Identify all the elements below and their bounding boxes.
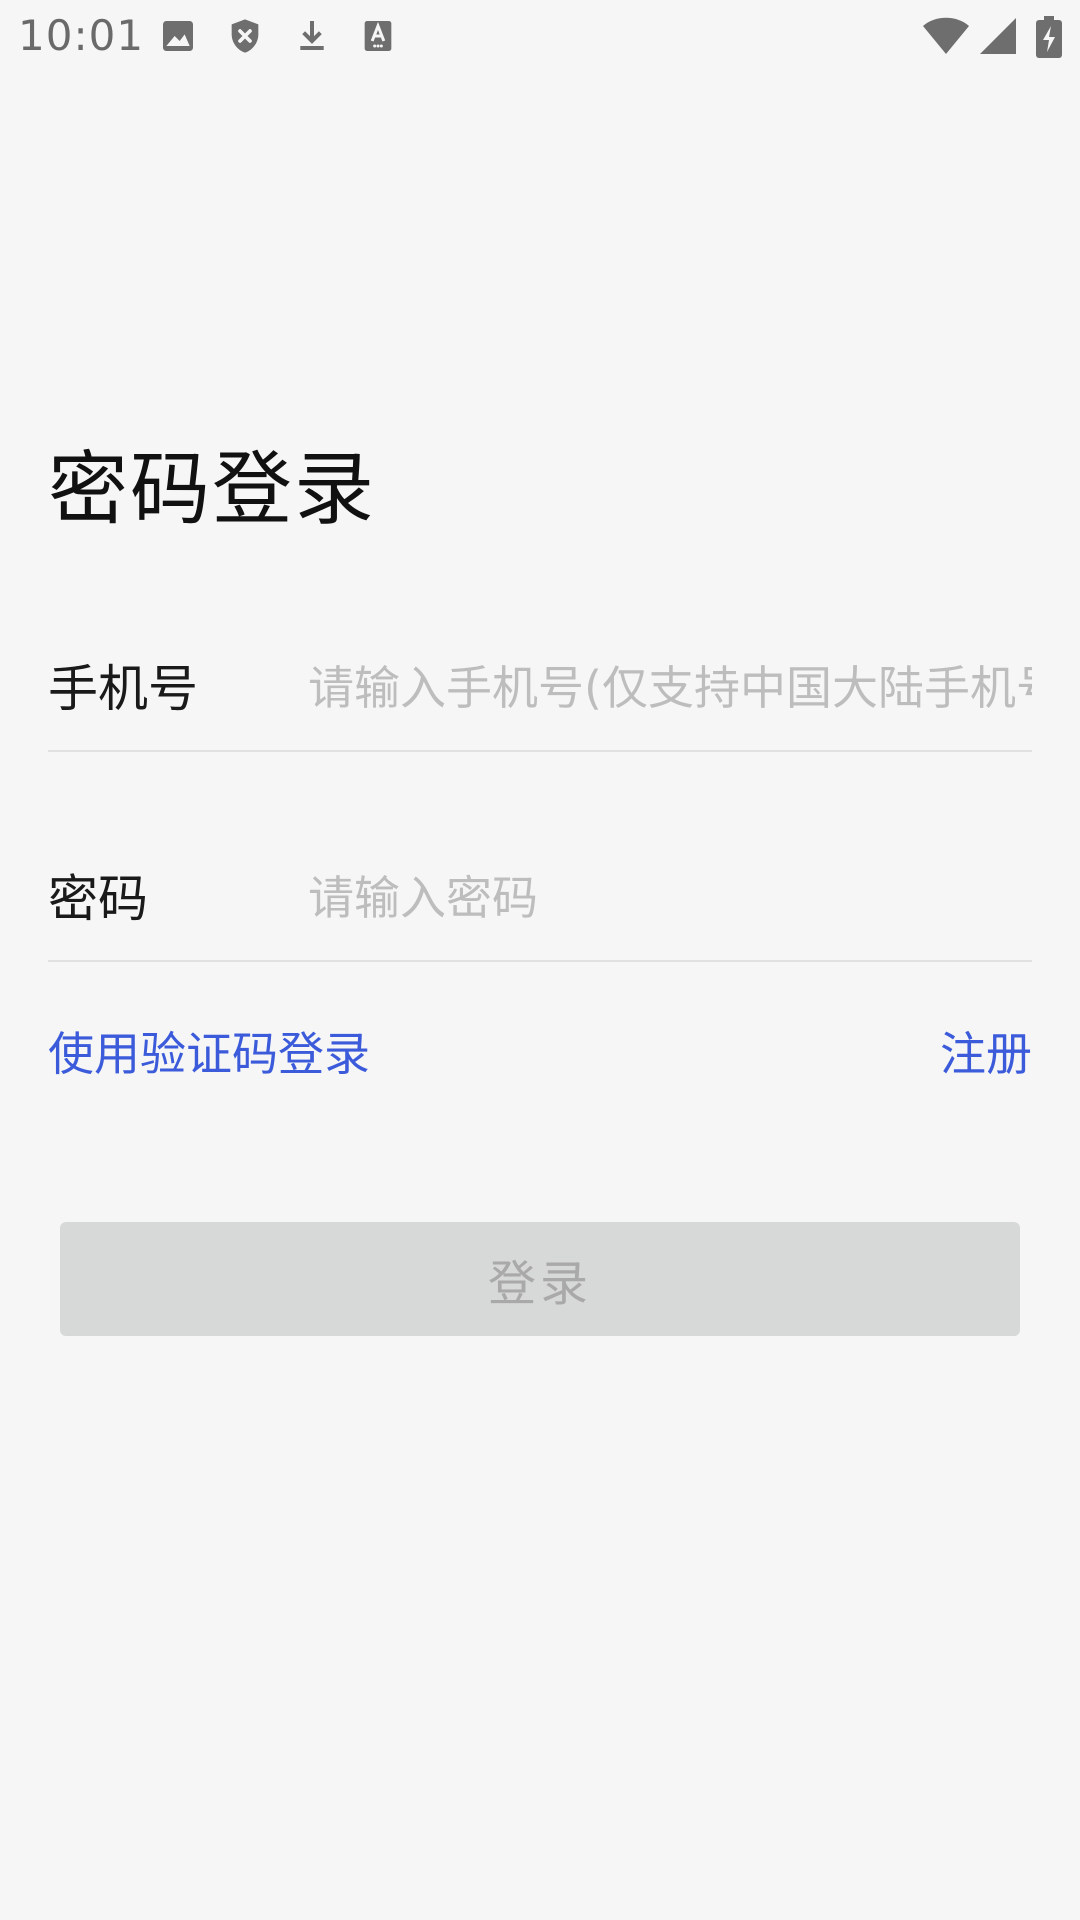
register-link[interactable]: 注册	[940, 1022, 1032, 1086]
page-title: 密码登录	[48, 443, 376, 536]
cellular-signal-icon	[980, 16, 1016, 56]
keyboard-a-icon	[358, 16, 398, 56]
battery-charging-icon	[1036, 16, 1062, 58]
image-icon	[158, 16, 198, 56]
download-icon	[292, 16, 332, 56]
password-field-row: 密码	[48, 840, 1032, 962]
phone-field-row: 手机号	[48, 630, 1032, 752]
login-button[interactable]: 登录	[60, 1222, 1020, 1336]
sms-login-link[interactable]: 使用验证码登录	[48, 1022, 370, 1086]
status-time: 10:01	[18, 11, 145, 60]
status-bar: 10:01	[0, 0, 1080, 72]
phone-input[interactable]	[308, 652, 1032, 724]
login-screen: 10:01 密码登录 手机号 请输入手机号(仅支持中国大陆手机号) 密码 使用验…	[0, 0, 1080, 1920]
password-label: 密码	[48, 870, 148, 928]
shield-x-icon	[225, 16, 265, 56]
phone-label: 手机号	[48, 660, 198, 718]
password-input[interactable]	[308, 862, 1032, 934]
wifi-icon	[922, 16, 970, 56]
